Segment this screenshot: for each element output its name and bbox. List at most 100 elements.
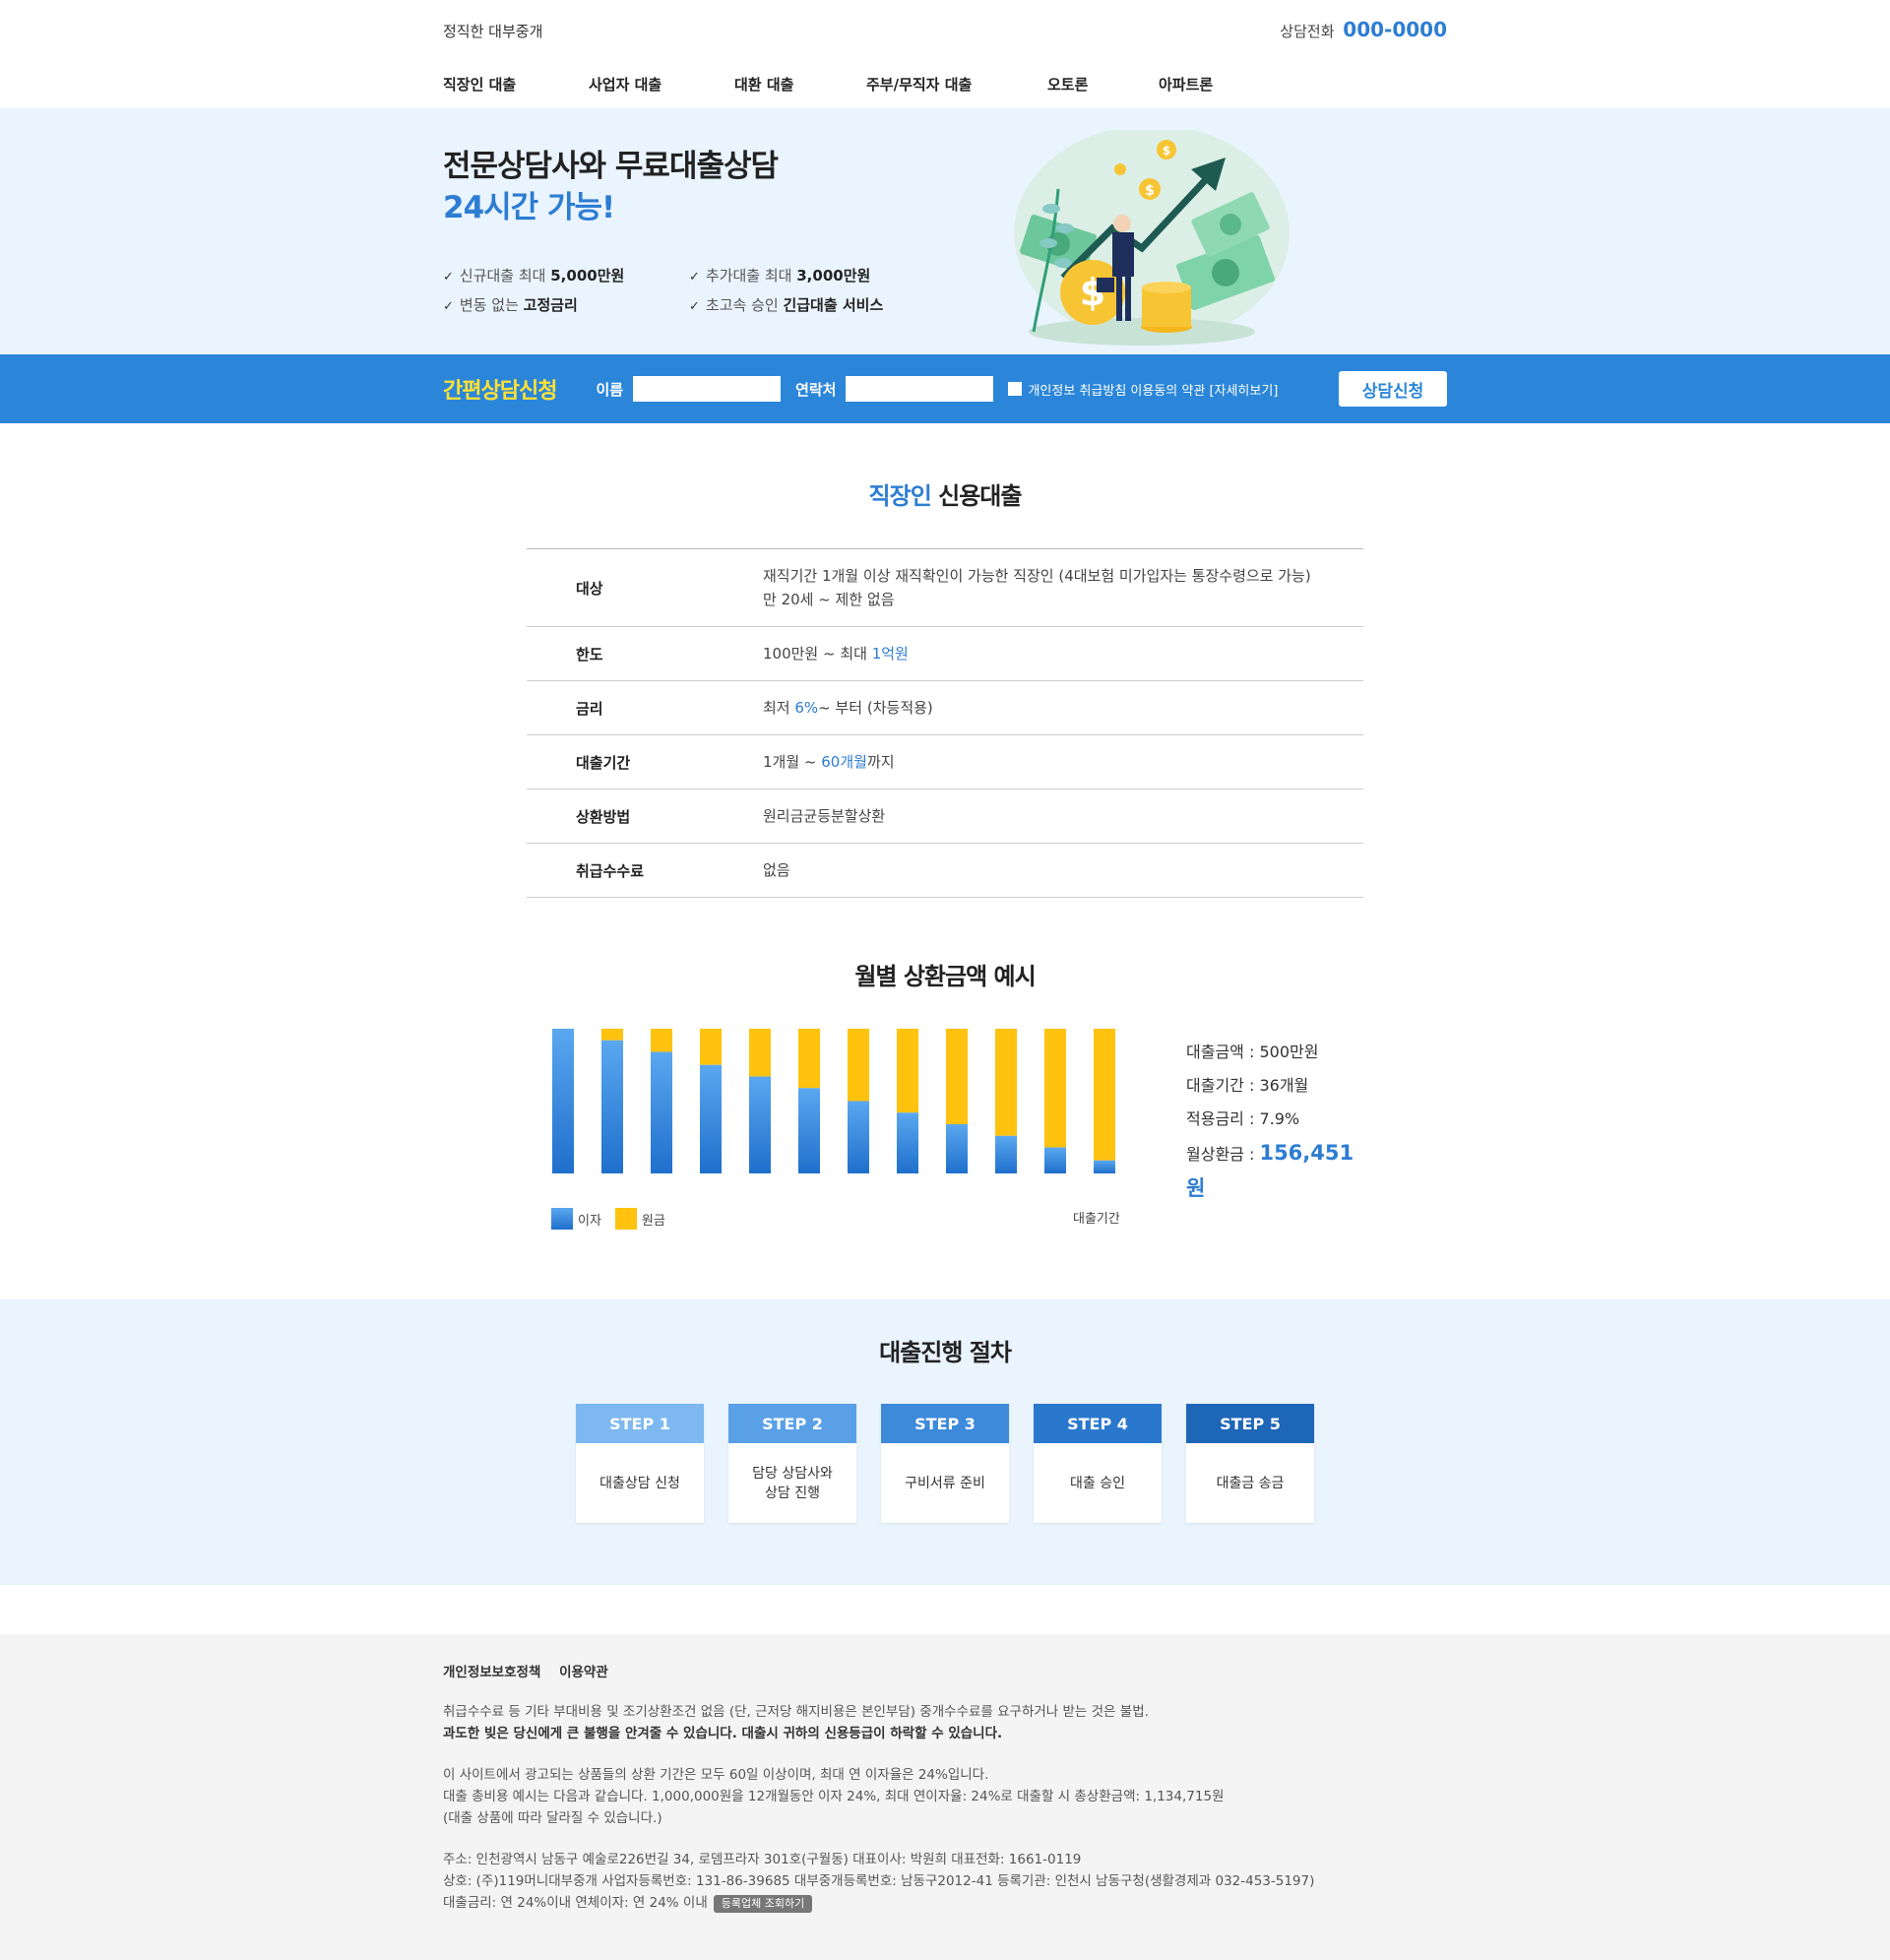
hero-title-line2: 24시간 가능! [443, 190, 615, 225]
name-input[interactable] [633, 376, 782, 402]
bar-interest [1044, 1147, 1066, 1173]
hero-title-line1: 전문상담사와 무료대출상담 [443, 149, 779, 184]
check-icon: ✓ [443, 270, 454, 285]
repayment-chart-area: 이자 원금 대출기간 대출금액 : 500만원 대출기간 : 36개월 적용금리… [527, 1021, 1363, 1247]
phone-label: 상담전화 [1280, 23, 1335, 40]
quick-form-title: 간편상담신청 [443, 379, 557, 404]
bar-principal [995, 1029, 1017, 1136]
check-icon: ✓ [689, 270, 700, 285]
bar-principal [798, 1029, 820, 1089]
table-row: 한도 100만원 ~ 최대 1억원 [527, 627, 1363, 681]
process-step: STEP 5 대출금 송금 [1186, 1404, 1314, 1523]
repayment-bar-chart [552, 1029, 1115, 1173]
nav-auto-loan[interactable]: 오토론 [1047, 74, 1159, 95]
legend-swatch-principal [614, 1208, 637, 1230]
bar-principal [749, 1029, 771, 1077]
info-monthly-payment: 월상환금 : 156,451원 [1186, 1141, 1354, 1200]
bar-interest [995, 1135, 1017, 1173]
quick-consult-form: 간편상담신청 이름 연락처 개인정보 취급방침 이용동의 약관 [자세히보기] … [0, 354, 1890, 423]
legend-swatch-interest [551, 1208, 573, 1230]
x-axis-label: 대출기간 [1073, 1212, 1120, 1227]
bar-interest [601, 1040, 623, 1173]
money-growth-illustration: $ $ $ [1014, 130, 1290, 346]
info-interest-rate: 적용금리 : 7.9% [1186, 1109, 1300, 1128]
process-step: STEP 2 담당 상담사와 상담 진행 [728, 1404, 856, 1523]
footer-notice: 취급수수료 등 기타 부대비용 및 조기상환조건 없음 (단, 근저당 해지비용… [443, 1704, 1149, 1741]
product-section: 직장인 신용대출 대상 재직기간 1개월 이상 재직확인이 가능한 직장인 (4… [0, 423, 1890, 898]
info-loan-amount: 대출금액 : 500만원 [1186, 1043, 1319, 1061]
contact-label: 연락처 [795, 380, 837, 399]
site-header: 정직한 대부중개 상담전화 000-0000 직장인 대출 사업자 대출 대환 … [443, 0, 1447, 108]
check-icon: ✓ [689, 299, 700, 314]
bar-principal [946, 1029, 968, 1125]
bar-interest [946, 1124, 968, 1173]
loan-process-section: 대출진행 절차 STEP 1 대출상담 신청 STEP 2 담당 상담사와 상담… [0, 1299, 1890, 1585]
registered-lookup-button[interactable]: 등록업체 조회하기 [713, 1895, 813, 1913]
phone-number[interactable]: 000-0000 [1343, 18, 1447, 41]
table-row: 대상 재직기간 1개월 이상 재직확인이 가능한 직장인 (4대보험 미가입자는… [527, 549, 1363, 627]
legend-label-interest: 이자 [578, 1213, 601, 1229]
privacy-agree-text[interactable]: 개인정보 취급방침 이용동의 약관 [자세히보기] [1028, 380, 1278, 399]
footer-links: 개인정보보호정책 이용약관 [443, 1662, 1447, 1683]
loan-example-info: 대출금액 : 500만원 대출기간 : 36개월 적용금리 : 7.9% 월상환… [1186, 1036, 1363, 1207]
bar-interest [897, 1112, 918, 1173]
nav-business-loan[interactable]: 사업자 대출 [589, 74, 734, 95]
hero-title: 전문상담사와 무료대출상담 24시간 가능! [443, 146, 779, 228]
feature-list-right: ✓ 추가대출 최대 3,000만원 ✓ 초고속 승인 긴급대출 서비스 [689, 262, 883, 321]
nav-apartment-loan[interactable]: 아파트론 [1159, 74, 1257, 95]
bar-principal [897, 1029, 918, 1113]
process-step: STEP 1 대출상담 신청 [576, 1404, 704, 1523]
bar-principal [651, 1029, 672, 1052]
table-row: 상환방법 원리금균등분할상환 [527, 790, 1363, 844]
hero-banner: 전문상담사와 무료대출상담 24시간 가능! ✓ 신규대출 최대 5,000만원 … [0, 108, 1890, 354]
check-icon: ✓ [443, 299, 454, 314]
product-table: 대상 재직기간 1개월 이상 재직확인이 가능한 직장인 (4대보험 미가입자는… [527, 548, 1363, 898]
bar-interest [552, 1029, 574, 1173]
process-steps: STEP 1 대출상담 신청 STEP 2 담당 상담사와 상담 진행 STEP… [576, 1404, 1314, 1523]
process-step: STEP 3 구비서류 준비 [881, 1404, 1009, 1523]
bar-principal [848, 1029, 869, 1102]
privacy-policy-link[interactable]: 개인정보보호정책 [443, 1665, 540, 1680]
site-footer: 개인정보보호정책 이용약관 취급수수료 등 기타 부대비용 및 조기상환조건 없… [0, 1634, 1890, 1960]
repayment-title: 월별 상환금액 예시 [854, 963, 1036, 990]
bar-interest [798, 1088, 820, 1173]
terms-link[interactable]: 이용약관 [559, 1665, 608, 1680]
product-title: 직장인 신용대출 [868, 482, 1023, 510]
main-nav: 직장인 대출 사업자 대출 대환 대출 주부/무직자 대출 오토론 아파트론 [443, 59, 1447, 108]
consult-phone: 상담전화 000-0000 [1280, 18, 1447, 41]
bar-principal [700, 1029, 722, 1065]
bar-interest [700, 1064, 722, 1173]
nav-office-worker-loan[interactable]: 직장인 대출 [443, 74, 589, 95]
info-loan-period: 대출기간 : 36개월 [1186, 1076, 1309, 1095]
chart-legend: 이자 원금 [551, 1208, 665, 1230]
feature-item: ✓ 변동 없는 고정금리 [443, 296, 578, 314]
consult-submit-button[interactable]: 상담신청 [1339, 371, 1447, 407]
site-logo[interactable]: 정직한 대부중개 [443, 21, 542, 41]
legend-label-principal: 원금 [641, 1213, 665, 1229]
bar-interest [749, 1076, 771, 1173]
footer-ad-disclosure: 이 사이트에서 광고되는 상품들의 상환 기간은 모두 60일 이상이며, 최대… [443, 1767, 1225, 1826]
process-step: STEP 4 대출 승인 [1034, 1404, 1162, 1523]
footer-company-info: 주소: 인천광역시 남동구 예술로226번길 34, 로뎀프라자 301호(구월… [443, 1852, 1315, 1913]
table-row: 대출기간 1개월 ~ 60개월까지 [527, 735, 1363, 790]
feature-item: ✓ 추가대출 최대 3,000만원 [689, 267, 871, 285]
bar-interest [651, 1051, 672, 1173]
feature-list-left: ✓ 신규대출 최대 5,000만원 ✓ 변동 없는 고정금리 [443, 262, 624, 321]
process-title: 대출진행 절차 [879, 1339, 1012, 1366]
agree-checkbox[interactable] [1008, 382, 1023, 396]
svg-text:$: $ [1145, 183, 1155, 199]
repayment-section: 월별 상환금액 예시 이자 원금 대출기간 대출금액 : 500만원 대출기간 … [0, 898, 1890, 1247]
bar-principal [1044, 1029, 1066, 1148]
bar-interest [1094, 1160, 1115, 1173]
bar-interest [848, 1101, 869, 1173]
nav-refinance-loan[interactable]: 대환 대출 [734, 74, 866, 95]
name-label: 이름 [596, 380, 624, 399]
nav-housewife-loan[interactable]: 주부/무직자 대출 [866, 74, 1047, 95]
bar-principal [601, 1029, 623, 1041]
feature-item: ✓ 초고속 승인 긴급대출 서비스 [689, 296, 884, 314]
svg-text:$: $ [1163, 144, 1170, 158]
contact-input[interactable] [846, 376, 994, 402]
table-row: 취급수수료 없음 [527, 844, 1363, 898]
table-row: 금리 최저 6%~ 부터 (차등적용) [527, 681, 1363, 735]
feature-item: ✓ 신규대출 최대 5,000만원 [443, 267, 625, 285]
